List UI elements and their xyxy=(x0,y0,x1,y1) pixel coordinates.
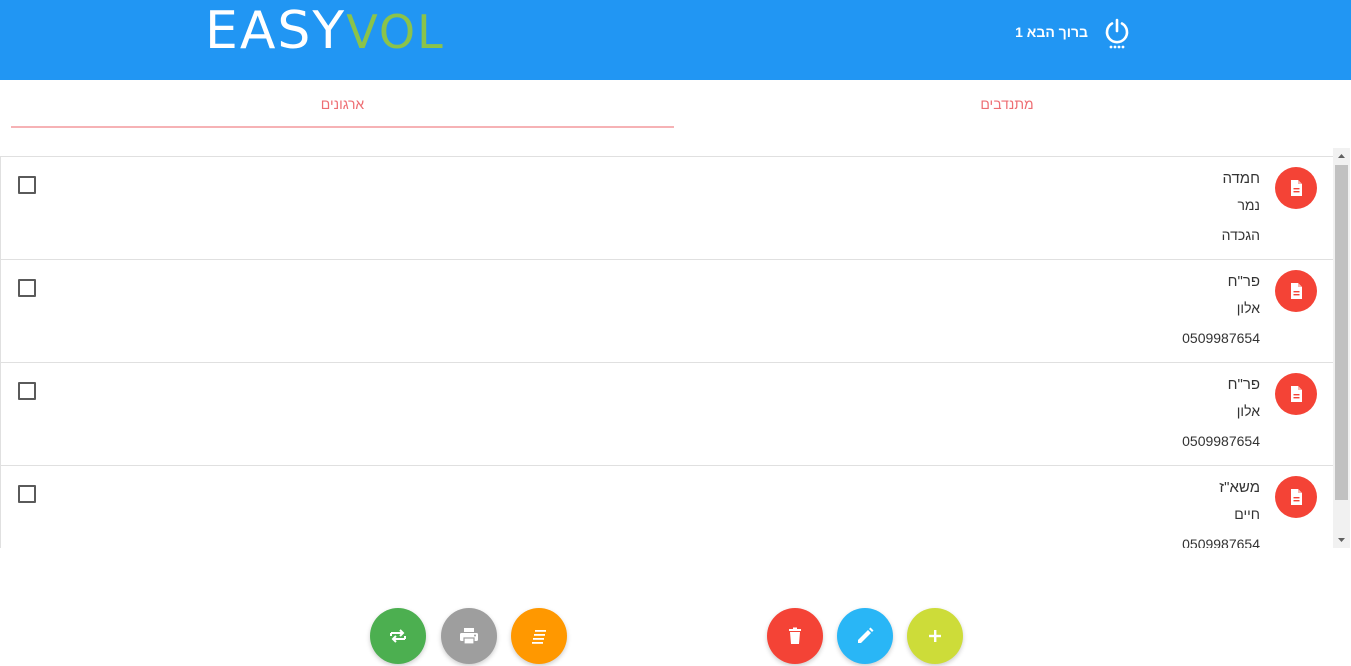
item-checkbox[interactable] xyxy=(18,382,36,400)
print-icon xyxy=(460,628,478,645)
tab-volunteers[interactable]: מתנדבים xyxy=(674,80,1340,128)
scroll-down-arrow-icon[interactable] xyxy=(1333,531,1350,548)
delete-button[interactable] xyxy=(767,608,823,664)
item-checkbox[interactable] xyxy=(18,176,36,194)
item-checkbox[interactable] xyxy=(18,279,36,297)
item-detail: הגכדה xyxy=(1221,227,1260,243)
item-detail: 0509987654 xyxy=(1182,433,1260,449)
edit-button[interactable] xyxy=(837,608,893,664)
item-title: חמדה xyxy=(1222,170,1260,187)
document-icon[interactable] xyxy=(1275,373,1317,415)
item-title: פר"ח xyxy=(1227,376,1260,393)
item-detail: 0509987654 xyxy=(1182,330,1260,346)
pencil-icon xyxy=(858,627,874,643)
tab-organizations[interactable]: ארגונים xyxy=(11,80,674,128)
item-subtitle: חיים xyxy=(1234,506,1260,522)
scrollbar-thumb[interactable] xyxy=(1335,165,1348,500)
scroll-up-arrow-icon[interactable] xyxy=(1333,148,1350,165)
list-scrollbar[interactable] xyxy=(1333,148,1350,548)
item-title: פר"ח xyxy=(1227,273,1260,290)
logo-vol: VOL xyxy=(346,5,445,59)
list-item[interactable]: משא"ז חיים 0509987654 xyxy=(1,466,1333,548)
add-button[interactable] xyxy=(907,608,963,664)
swap-icon xyxy=(390,629,406,643)
app-logo: EASYVOL xyxy=(205,1,445,61)
item-title: משא"ז xyxy=(1219,479,1260,496)
tab-bar: ארגונים מתנדבים xyxy=(0,80,1351,130)
document-icon[interactable] xyxy=(1275,270,1317,312)
document-icon[interactable] xyxy=(1275,476,1317,518)
logo-easy: EASY xyxy=(205,1,347,61)
welcome-text: ברוך הבא 1 xyxy=(1015,24,1088,40)
organizations-list: חמדה נמר הגכדה פר"ח אלון 0509987654 פר"ח… xyxy=(0,156,1333,548)
item-subtitle: אלון xyxy=(1236,300,1260,316)
list-item[interactable]: פר"ח אלון 0509987654 xyxy=(1,363,1333,466)
sort-icon xyxy=(532,630,546,644)
sync-button[interactable] xyxy=(370,608,426,664)
plus-icon xyxy=(929,630,941,642)
item-detail: 0509987654 xyxy=(1182,536,1260,548)
document-icon[interactable] xyxy=(1275,167,1317,209)
app-header: EASYVOL ברוך הבא 1 xyxy=(0,0,1351,80)
item-subtitle: נמר xyxy=(1237,197,1260,213)
list-item[interactable]: פר"ח אלון 0509987654 xyxy=(1,260,1333,363)
sort-button[interactable] xyxy=(511,608,567,664)
item-subtitle: אלון xyxy=(1236,403,1260,419)
power-icon[interactable] xyxy=(1102,16,1132,50)
item-checkbox[interactable] xyxy=(18,485,36,503)
list-item[interactable]: חמדה נמר הגכדה xyxy=(1,157,1333,260)
print-button[interactable] xyxy=(441,608,497,664)
active-tab-indicator xyxy=(11,126,674,128)
trash-icon xyxy=(789,627,801,644)
